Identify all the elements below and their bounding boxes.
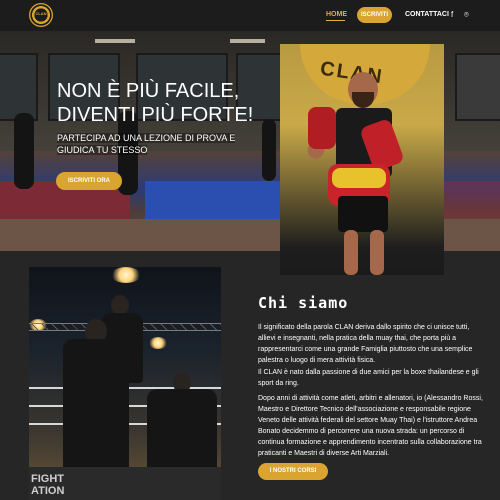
belly-pad-stripe [332, 168, 386, 188]
about-paragraph: Dopo anni di attività come atleti, arbit… [258, 395, 483, 457]
punching-bag [14, 113, 34, 189]
floor-mat-blue [145, 181, 280, 219]
fighter-leg [370, 230, 384, 275]
nav-active-underline [326, 20, 345, 21]
nav-contact-link[interactable]: CONTATTACI [405, 11, 449, 18]
site-header: CLAN HOME ISCRIVITI CONTATTACI f ⌾ [0, 0, 500, 31]
thai-pad-left [308, 107, 336, 149]
page: CLAN HOME ISCRIVITI CONTATTACI f ⌾ CLAN [0, 0, 500, 500]
punching-bag [262, 119, 276, 181]
hero-title-line: NON È PIÙ FACILE, [57, 80, 240, 102]
ceiling-light [95, 39, 135, 43]
courses-button[interactable]: I NOSTRI CORSI [258, 463, 328, 480]
clan-logo-icon[interactable]: CLAN [29, 3, 53, 27]
hero-signup-button[interactable]: ISCRIVITI ORA [56, 172, 122, 190]
gym-window [0, 53, 38, 121]
spotlight [111, 267, 141, 283]
spotlight [149, 337, 167, 349]
nav-signup-button[interactable]: ISCRIVITI [357, 7, 392, 23]
ceiling-light [230, 39, 265, 43]
about-paragraph: Il CLAN è nato dalla passione di due ami… [258, 369, 479, 387]
gym-poster [455, 53, 500, 121]
hero-subtitle-text: PARTECIPA AD UNA LEZIONE DI PROVA E GIUD… [57, 133, 236, 155]
facebook-icon[interactable]: f [451, 10, 453, 19]
hero-title-line: DIVENTI PIÙ FORTE! [57, 104, 254, 126]
fighter-beard [352, 92, 374, 108]
about-paragraph: Il significato della parola CLAN deriva … [258, 324, 473, 364]
fighter-leg [344, 230, 358, 275]
about-title: Chi siamo [258, 294, 349, 312]
hero-fighter-photo: CLAN [280, 44, 444, 275]
ring-photo: FIGHT ATION [29, 267, 221, 500]
logo-text: CLAN [35, 11, 47, 16]
photo-caption: FIGHT ATION [31, 473, 65, 497]
fighter-shorts [338, 196, 388, 232]
instagram-icon[interactable]: ⌾ [464, 10, 469, 19]
nav-home-link[interactable]: HOME [326, 11, 347, 18]
fighter-head [111, 295, 129, 315]
hero-title: NON È PIÙ FACILE, DIVENTI PIÙ FORTE! [57, 79, 253, 127]
hero-subtitle: PARTECIPA AD UNA LEZIONE DI PROVA E GIUD… [57, 132, 237, 156]
